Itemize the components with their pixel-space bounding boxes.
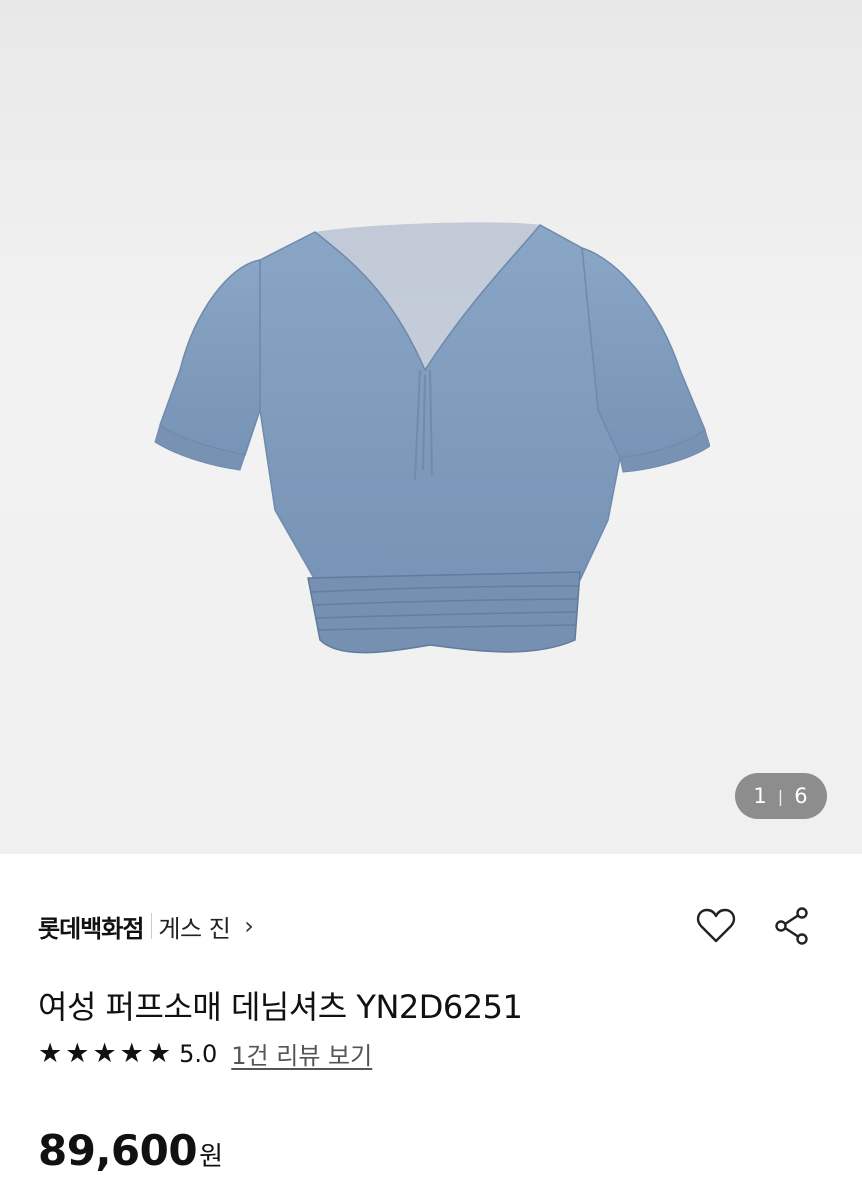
product-title: 여성 퍼프소매 데님셔츠 YN2D6251 [38,988,523,1026]
share-button[interactable] [770,904,814,948]
star-icon: ★ [119,1038,144,1069]
star-rating: ★ ★ ★ ★ ★ [38,1040,171,1067]
star-icon: ★ [65,1038,90,1069]
product-actions [694,904,814,948]
chevron-right-icon[interactable]: › [244,912,254,940]
brand-link[interactable]: 게스 진 [158,909,230,944]
rating-value: 5.0 [179,1039,218,1068]
counter-separator: | [777,786,785,806]
seller-name[interactable]: 롯데백화점 [38,909,144,944]
share-icon [775,907,808,945]
price-row: 89,600 원 [38,1126,223,1175]
counter-current: 1 [753,784,768,808]
product-image[interactable] [150,220,710,660]
heart-outline-icon [696,908,736,943]
counter-total: 6 [794,784,809,808]
price-value: 89,600 [38,1126,198,1175]
brand-breadcrumb[interactable]: 롯데백화점 게스 진 › [38,906,254,946]
product-info-section: 롯데백화점 게스 진 › 여성 퍼프소매 데님셔츠 YN2D6251 ★ ★ ★ [0,854,862,1200]
divider [151,913,153,939]
product-image-gallery[interactable]: 1 | 6 [0,0,862,854]
price-currency: 원 [199,1142,223,1172]
image-counter-badge: 1 | 6 [735,773,827,819]
star-icon: ★ [146,1038,172,1069]
star-icon: ★ [92,1038,117,1069]
star-icon: ★ [38,1038,63,1069]
rating-row: ★ ★ ★ ★ ★ 5.0 1건 리뷰 보기 [38,1036,372,1071]
wishlist-button[interactable] [694,904,738,948]
view-reviews-link[interactable]: 1건 리뷰 보기 [231,1036,372,1071]
